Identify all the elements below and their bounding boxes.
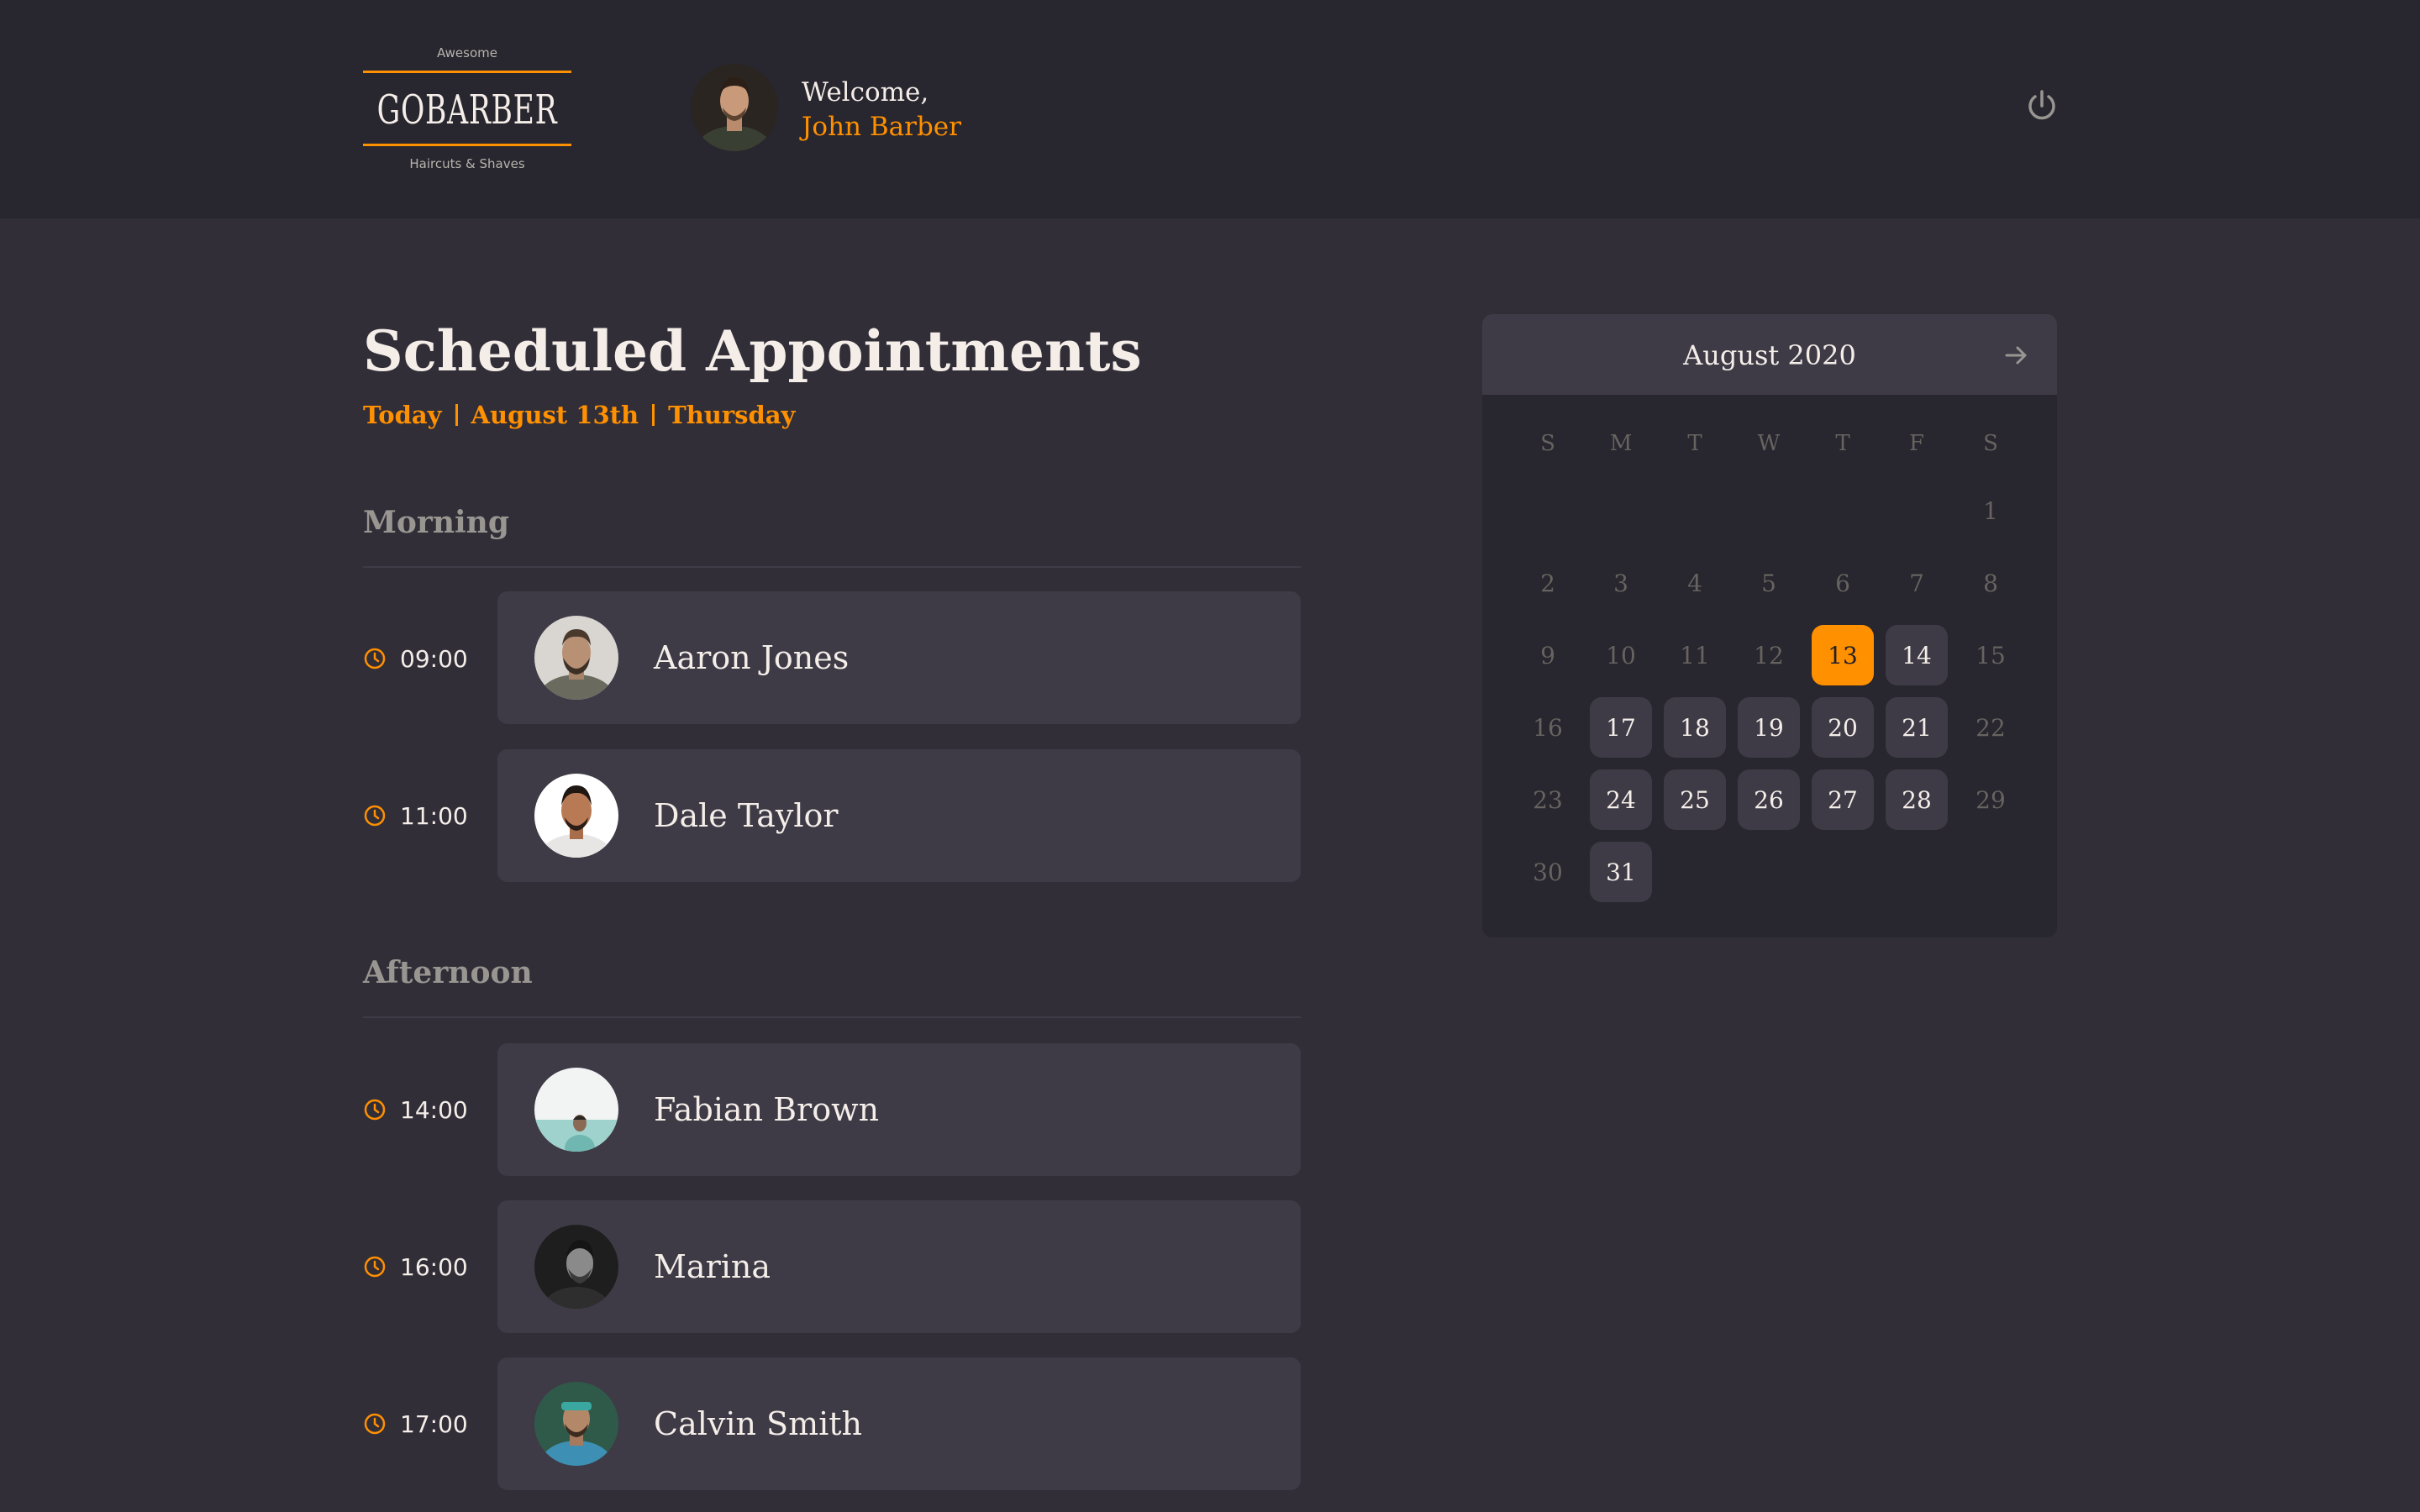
logo-main-text: GOBARBER xyxy=(376,87,558,134)
calendar-day: 5 xyxy=(1761,569,1776,597)
section-title-morning: Morning xyxy=(363,505,510,540)
calendar-day: 9 xyxy=(1540,641,1555,669)
power-icon xyxy=(2028,90,2055,120)
clock-icon xyxy=(364,648,386,669)
appointment-time-text: 14:00 xyxy=(400,1095,468,1124)
appointment-time: 14:00 xyxy=(363,1093,468,1126)
calendar-day: 11 xyxy=(1680,641,1710,669)
calendar-header: August 2020 xyxy=(1482,314,2057,395)
weekday-label: Thursday xyxy=(668,401,796,429)
user-avatar[interactable] xyxy=(691,64,778,151)
client-name: Marina xyxy=(654,1248,771,1285)
calendar-month: August 2020 xyxy=(1683,339,1856,371)
logo-main: GOBARBER xyxy=(377,84,557,136)
logo-top-text: Awesome xyxy=(437,45,497,60)
appointment-card[interactable]: Marina xyxy=(497,1200,1301,1333)
calendar-weekday: S xyxy=(1540,431,1555,456)
calendar-day: 22 xyxy=(1975,713,2006,742)
calendar-day[interactable]: 26 xyxy=(1738,769,1800,830)
appointment-time-text: 09:00 xyxy=(400,644,468,673)
calendar-day[interactable]: 17 xyxy=(1590,697,1652,758)
calendar: August 2020 S M T W T F S 1 2 3 4 5 6 7 8 9 10 11 12 13 14 15… xyxy=(1482,314,2057,937)
calendar-day: 12 xyxy=(1754,641,1784,669)
gobarber-logo[interactable]: Awesome GOBARBER Haircuts & Shaves xyxy=(363,40,571,176)
appointment-card[interactable]: Aaron Jones xyxy=(497,591,1301,724)
client-name: Calvin Smith xyxy=(654,1405,863,1442)
header: Awesome GOBARBER Haircuts & Shaves Welco… xyxy=(0,0,2420,218)
calendar-day[interactable]: 21 xyxy=(1886,697,1948,758)
calendar-day: 29 xyxy=(1975,785,2006,814)
client-avatar xyxy=(534,774,618,858)
client-name: Dale Taylor xyxy=(654,797,839,834)
calendar-day[interactable]: 24 xyxy=(1590,769,1652,830)
logo-bottom-text: Haircuts & Shaves xyxy=(409,156,525,171)
date-separator xyxy=(455,404,458,426)
clock-icon xyxy=(364,1256,386,1278)
calendar-day: 23 xyxy=(1533,785,1563,814)
date-info: Today August 13th Thursday xyxy=(363,398,795,432)
calendar-day: 15 xyxy=(1975,641,2006,669)
arrow-right-icon xyxy=(2005,346,2027,365)
calendar-day: 30 xyxy=(1533,858,1563,886)
clock-icon xyxy=(364,1099,386,1121)
calendar-day[interactable]: 28 xyxy=(1886,769,1948,830)
clock-icon xyxy=(364,805,386,827)
calendar-day: 6 xyxy=(1835,569,1850,597)
today-label: Today xyxy=(363,401,442,429)
appointment-time-text: 16:00 xyxy=(400,1252,468,1281)
calendar-day: 8 xyxy=(1983,569,1998,597)
calendar-weekday: S xyxy=(1983,431,1998,456)
appointment-time: 17:00 xyxy=(363,1407,468,1441)
calendar-weekday: F xyxy=(1908,431,1925,456)
page-title: Scheduled Appointments xyxy=(363,318,1142,384)
calendar-day[interactable]: 13 xyxy=(1812,625,1874,685)
section-divider xyxy=(363,566,1301,568)
section-divider xyxy=(363,1016,1301,1018)
calendar-day: 2 xyxy=(1540,569,1555,597)
calendar-day: 1 xyxy=(1983,496,1998,525)
client-name: Fabian Brown xyxy=(654,1091,880,1128)
calendar-day: 3 xyxy=(1613,569,1628,597)
client-name: Aaron Jones xyxy=(654,639,850,676)
calendar-day[interactable]: 25 xyxy=(1664,769,1726,830)
next-month-button[interactable] xyxy=(2000,339,2032,371)
date-separator xyxy=(652,404,655,426)
calendar-day[interactable]: 19 xyxy=(1738,697,1800,758)
calendar-day: 4 xyxy=(1687,569,1702,597)
client-avatar xyxy=(534,1382,618,1466)
appointment-time: 16:00 xyxy=(363,1250,468,1284)
calendar-day[interactable]: 20 xyxy=(1812,697,1874,758)
welcome-text: Welcome, xyxy=(802,77,929,108)
calendar-day[interactable]: 14 xyxy=(1886,625,1948,685)
user-name-link[interactable]: John Barber xyxy=(802,110,961,144)
appointment-time: 09:00 xyxy=(363,642,468,675)
calendar-day: 10 xyxy=(1606,641,1636,669)
logout-button[interactable] xyxy=(2023,87,2060,124)
calendar-weekday: M xyxy=(1609,431,1633,456)
logo-line-top xyxy=(363,71,571,73)
section-title-afternoon: Afternoon xyxy=(363,955,533,990)
appointment-card[interactable]: Calvin Smith xyxy=(497,1357,1301,1490)
clock-icon xyxy=(364,1413,386,1435)
client-avatar xyxy=(534,1068,618,1152)
calendar-day: 7 xyxy=(1909,569,1924,597)
calendar-day[interactable]: 31 xyxy=(1590,842,1652,902)
client-avatar xyxy=(534,616,618,700)
client-avatar xyxy=(534,1225,618,1309)
calendar-day: 16 xyxy=(1533,713,1563,742)
calendar-day[interactable]: 18 xyxy=(1664,697,1726,758)
calendar-day[interactable]: 27 xyxy=(1812,769,1874,830)
calendar-weekday: T xyxy=(1687,431,1702,456)
date-label: August 13th xyxy=(471,401,639,429)
appointment-time: 11:00 xyxy=(363,799,468,832)
logo-line-bottom xyxy=(363,144,571,146)
calendar-weekday: T xyxy=(1835,431,1850,456)
calendar-weekday: W xyxy=(1757,431,1781,456)
appointment-time-text: 11:00 xyxy=(400,801,468,830)
appointment-card[interactable]: Fabian Brown xyxy=(497,1043,1301,1176)
appointment-card[interactable]: Dale Taylor xyxy=(497,749,1301,882)
appointment-time-text: 17:00 xyxy=(400,1410,468,1438)
